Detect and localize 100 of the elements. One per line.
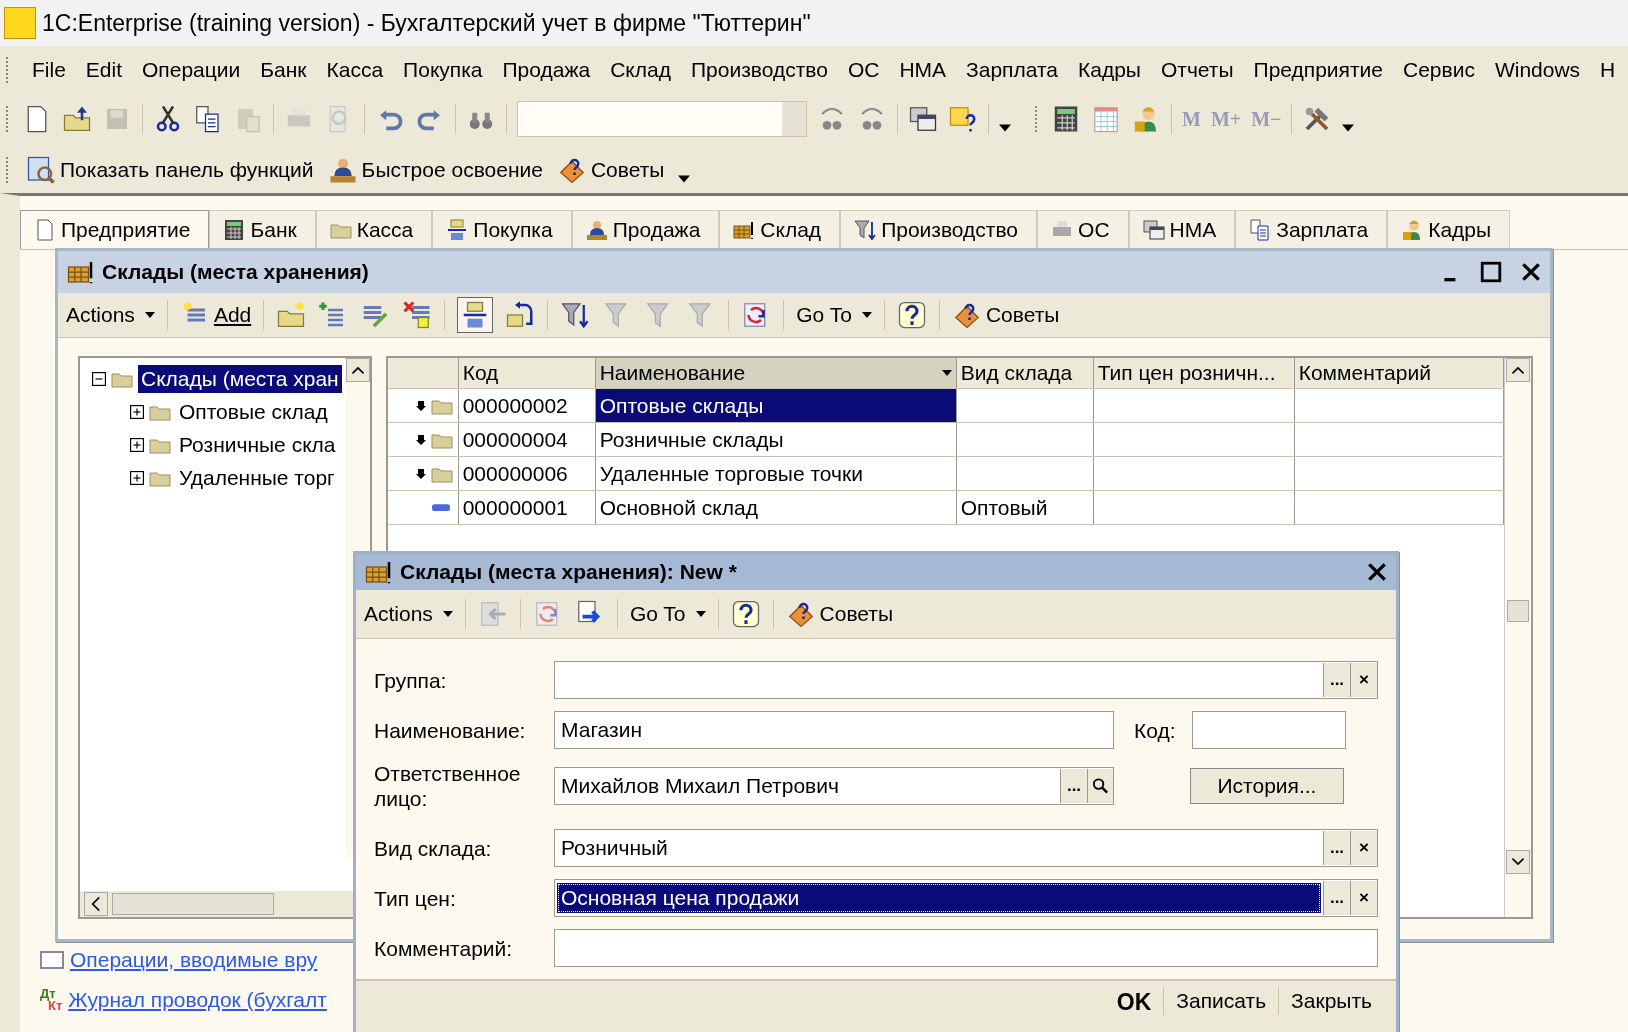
go-to-menu[interactable]: Go To [796, 303, 872, 327]
caret-icon[interactable] [941, 370, 952, 376]
input-field[interactable]: Михайлов Михаил Петрович ... [554, 767, 1114, 805]
footer-button[interactable]: Закрыть [1278, 987, 1384, 1015]
help-icon[interactable] [896, 300, 927, 330]
menu-item[interactable]: Касса [326, 58, 384, 82]
input-field[interactable] [554, 929, 1378, 967]
new-folder-icon[interactable] [276, 300, 307, 330]
close-icon[interactable] [1520, 261, 1542, 283]
input-field[interactable]: Розничный ... × [554, 829, 1378, 867]
menu-item[interactable]: НМА [899, 58, 947, 82]
section-tab[interactable]: Банк [209, 210, 316, 249]
column-header[interactable]: Вид склада [956, 358, 1094, 388]
menu-item[interactable]: Кадры [1078, 58, 1141, 82]
windows-icon[interactable] [908, 104, 938, 134]
tips-button[interactable]: Советы [951, 300, 1060, 330]
column-header[interactable]: Комментарий [1294, 358, 1504, 388]
maximize-icon[interactable] [1480, 261, 1502, 283]
filter-icon[interactable] [560, 300, 591, 330]
field-button[interactable]: × [1350, 881, 1377, 915]
add-button[interactable]: Add [179, 300, 252, 330]
section-tab[interactable]: Кадры [1387, 210, 1511, 249]
footer-button[interactable]: Записать [1163, 987, 1279, 1015]
column-header[interactable]: Наименование [595, 358, 957, 388]
expand-icon[interactable] [130, 437, 144, 452]
menu-item[interactable]: Банк [260, 58, 307, 82]
input-field[interactable] [1191, 711, 1346, 749]
column-header[interactable]: Тип цен розничн... [1093, 358, 1295, 388]
menu-item[interactable]: Сервис [1403, 58, 1475, 82]
expand-icon[interactable] [130, 470, 144, 485]
column-header[interactable]: Код [458, 358, 596, 388]
section-tab[interactable]: Касса [315, 210, 433, 249]
help-icon[interactable] [948, 104, 978, 134]
tips-button[interactable]: Советы [785, 599, 893, 629]
function-bar-button[interactable]: Быстрое освоение [327, 155, 543, 185]
hierarchy-icon[interactable] [457, 297, 494, 333]
field-button[interactable]: ... [1323, 663, 1350, 697]
section-tab[interactable]: НМА [1128, 210, 1236, 249]
caret-icon[interactable] [999, 124, 1011, 132]
menu-item[interactable]: Покупка [403, 58, 483, 82]
section-tab[interactable]: Продажа [571, 210, 720, 249]
section-tab[interactable]: Покупка [432, 210, 572, 249]
scroll-up-icon[interactable] [345, 358, 370, 382]
report-link[interactable]: Журнал проводок (бухгалт [68, 988, 327, 1012]
menu-item[interactable]: Продажа [502, 58, 591, 82]
scroll-down-icon[interactable] [1505, 850, 1530, 874]
caret-icon[interactable] [678, 175, 691, 183]
field-button[interactable]: ... [1060, 769, 1087, 803]
expand-icon[interactable] [130, 404, 144, 419]
input-field[interactable]: ... × [554, 661, 1378, 699]
field-button[interactable]: × [1350, 663, 1377, 697]
section-tab[interactable]: Предприятие [20, 210, 210, 249]
field-button[interactable]: ... [1323, 881, 1350, 915]
tree-item[interactable]: Склады (места хран [138, 364, 342, 393]
field-button[interactable]: ... [1323, 831, 1350, 865]
menu-item[interactable]: Операции [142, 58, 241, 82]
section-tab[interactable]: Производство [840, 210, 1038, 249]
actions-menu[interactable]: Actions [364, 602, 453, 626]
scroll-left-icon[interactable] [84, 892, 108, 916]
input-field[interactable]: Магазин [554, 711, 1114, 749]
scrollbar-thumb[interactable] [1506, 600, 1529, 622]
menu-item[interactable]: Предприятие [1253, 58, 1383, 82]
report-link[interactable]: Операции, вводимые вру [70, 948, 318, 972]
section-tab[interactable]: Склад [719, 210, 841, 249]
tree-item[interactable]: Оптовые склад [176, 397, 331, 426]
help-icon[interactable] [730, 599, 761, 629]
history-button[interactable]: История... [1190, 768, 1344, 804]
scrollbar-thumb[interactable] [112, 893, 274, 915]
menu-item[interactable]: File [32, 58, 66, 82]
menu-item[interactable]: Склад [610, 58, 671, 82]
menu-item[interactable]: ОС [847, 58, 880, 82]
level-up-icon[interactable] [505, 300, 536, 330]
function-bar-button[interactable]: Советы [556, 155, 665, 185]
collapse-icon[interactable] [92, 371, 106, 386]
menu-item[interactable]: Edit [85, 58, 123, 82]
menu-item[interactable]: Windows [1494, 58, 1581, 82]
field-button[interactable]: × [1350, 831, 1377, 865]
caret-icon[interactable] [1342, 124, 1355, 132]
expand-arrow-icon[interactable] [415, 399, 426, 412]
actions-menu[interactable]: Actions [66, 303, 155, 327]
section-tab[interactable]: Зарплата [1235, 210, 1388, 249]
go-to-menu[interactable]: Go To [629, 602, 706, 626]
menu-item[interactable]: Н [1600, 58, 1616, 82]
delete-mark-icon[interactable] [402, 300, 433, 330]
folder-arrow-icon[interactable] [62, 104, 92, 134]
tree-item[interactable]: Розничные скла [176, 430, 339, 459]
menu-item[interactable]: Зарплата [966, 58, 1058, 82]
footer-button[interactable]: OK [1104, 987, 1164, 1018]
menu-item[interactable]: Отчеты [1160, 58, 1234, 82]
expand-arrow-icon[interactable] [415, 433, 426, 446]
menu-item[interactable]: Производство [690, 58, 828, 82]
tree-item[interactable]: Удаленные торг [176, 463, 338, 492]
search-icon[interactable] [1087, 769, 1113, 803]
input-field[interactable]: Основная цена продажи ... × [554, 879, 1378, 917]
expand-arrow-icon[interactable] [415, 467, 426, 480]
section-tab[interactable]: ОС [1037, 210, 1129, 249]
function-bar-button[interactable]: Показать панель функций [26, 155, 314, 185]
close-icon[interactable] [1366, 561, 1388, 583]
search-combo-field[interactable] [517, 101, 807, 137]
scroll-up-icon[interactable] [1505, 358, 1530, 382]
